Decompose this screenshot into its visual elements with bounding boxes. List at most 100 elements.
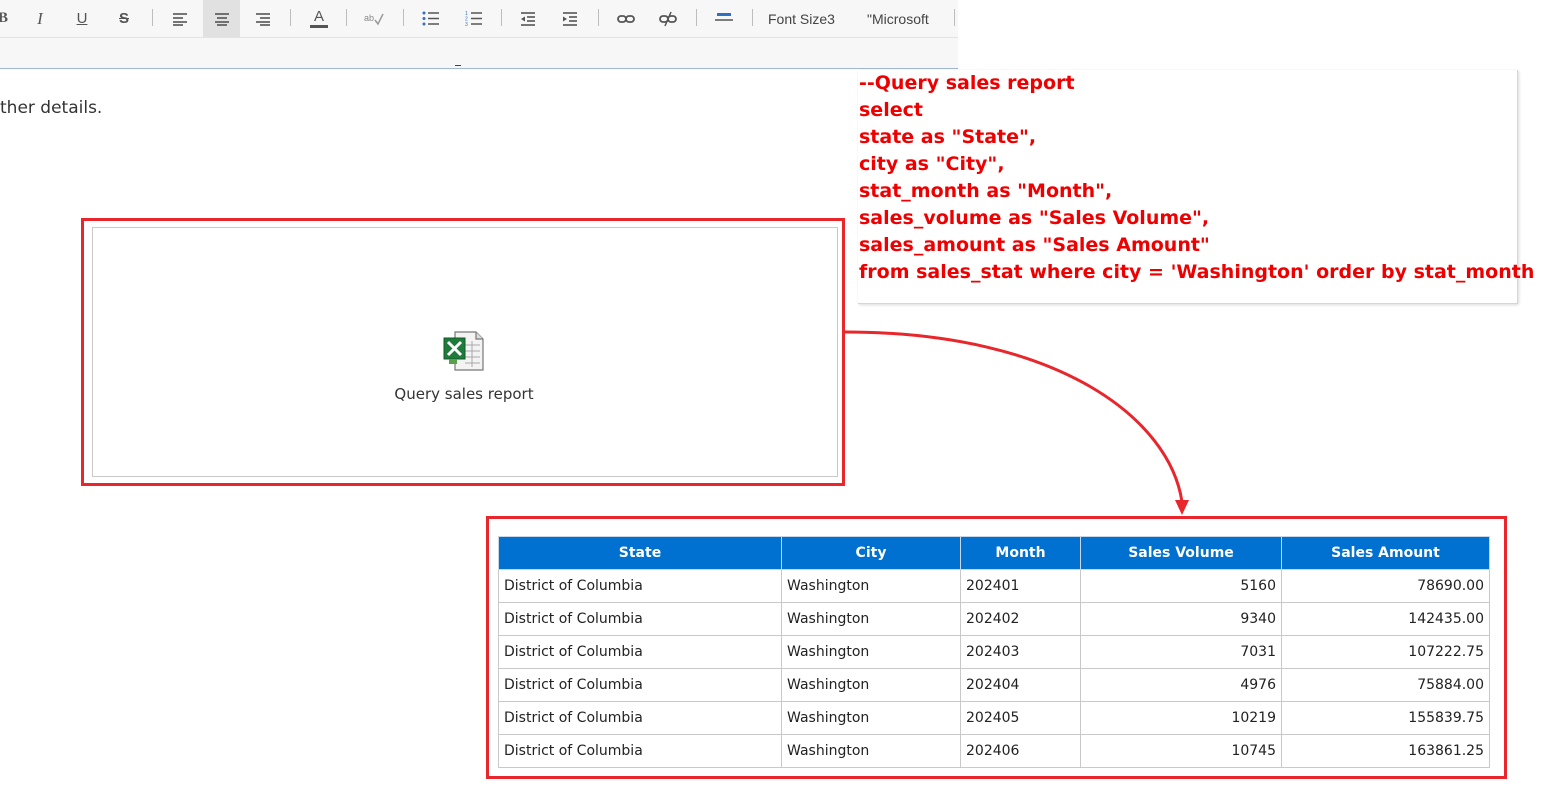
sql-line: stat_month as "Month",	[859, 180, 1113, 202]
align-left-icon	[173, 12, 187, 26]
sql-query-text: --Query sales report select state as "Stat…	[859, 70, 1534, 286]
table-cell: 10745	[1080, 734, 1282, 768]
table-cell: 75884.00	[1281, 668, 1490, 702]
table-cell: 10219	[1080, 701, 1282, 735]
sql-line: sales_volume as "Sales Volume",	[859, 207, 1210, 229]
table-cell: District of Columbia	[498, 635, 782, 669]
toolbar-divider	[152, 9, 153, 26]
table-row: District of Columbia Washington 202404 4976…	[498, 668, 1490, 702]
table-body: District of Columbia Washington 202401 5160…	[498, 569, 1490, 768]
sales-report-table: State City Month Sales Volume Sales Amou…	[498, 536, 1490, 768]
table-cell: 107222.75	[1281, 635, 1490, 669]
table-cell: Washington	[781, 668, 961, 702]
cursor-mark	[455, 65, 461, 66]
horizontal-rule-button[interactable]	[711, 0, 737, 37]
table-cell: 163861.25	[1281, 734, 1490, 768]
toolbar-divider	[954, 9, 955, 26]
sql-line: sales_amount as "Sales Amount"	[859, 234, 1210, 256]
table-cell: 78690.00	[1281, 569, 1490, 603]
unlink-icon	[659, 11, 677, 26]
bold-button[interactable]: B	[0, 0, 12, 37]
table-row: District of Columbia Washington 202402 9340…	[498, 602, 1490, 636]
numbered-list-button[interactable]: 123	[461, 0, 487, 37]
column-header-month[interactable]: Month	[960, 536, 1081, 570]
table-cell: 202405	[960, 701, 1081, 735]
table-cell: District of Columbia	[498, 701, 782, 735]
underline-button[interactable]: U	[70, 0, 94, 37]
table-cell: Washington	[781, 635, 961, 669]
table-cell: District of Columbia	[498, 734, 782, 768]
toolbar-divider	[346, 9, 347, 26]
editor-body-text: ther details.	[0, 98, 103, 118]
toolbar-divider	[290, 9, 291, 26]
column-header-sales-volume[interactable]: Sales Volume	[1080, 536, 1282, 570]
table-cell: District of Columbia	[498, 569, 782, 603]
bullet-list-icon	[422, 11, 439, 26]
text-color-button[interactable]: A	[306, 0, 332, 37]
table-cell: 4976	[1080, 668, 1282, 702]
sql-line: select	[859, 99, 923, 121]
spellcheck-icon: ab	[364, 13, 384, 25]
table-cell: District of Columbia	[498, 668, 782, 702]
table-cell: Washington	[781, 701, 961, 735]
table-header-row: State City Month Sales Volume Sales Amou…	[498, 536, 1490, 570]
toolbar-divider	[403, 9, 404, 26]
bullet-list-button[interactable]	[418, 0, 444, 37]
sql-line: state as "State",	[859, 126, 1037, 148]
table-cell: 202403	[960, 635, 1081, 669]
align-center-button[interactable]	[203, 0, 240, 37]
sql-line: --Query sales report	[859, 72, 1075, 94]
excel-file-icon[interactable]	[443, 331, 485, 371]
italic-button[interactable]: I	[28, 0, 52, 37]
unlink-button[interactable]	[655, 0, 681, 37]
align-right-icon	[256, 12, 270, 26]
text-color-icon: A	[313, 8, 324, 25]
table-cell: 5160	[1080, 569, 1282, 603]
table-cell: Washington	[781, 734, 961, 768]
spellcheck-button[interactable]: ab	[361, 0, 387, 37]
table-cell: 7031	[1080, 635, 1282, 669]
horizontal-rule-icon	[715, 12, 733, 21]
font-family-select[interactable]: "Microsoft	[867, 0, 929, 37]
column-header-sales-amount[interactable]: Sales Amount	[1281, 536, 1490, 570]
toolbar-divider	[501, 9, 502, 26]
align-right-button[interactable]	[250, 0, 276, 37]
align-left-button[interactable]	[167, 0, 193, 37]
sql-line: city as "City",	[859, 153, 1005, 175]
sql-query-box: --Query sales report select state as "Stat…	[858, 70, 1534, 304]
editor-toolbar-row	[0, 38, 958, 69]
table-cell: 155839.75	[1281, 701, 1490, 735]
indent-icon	[563, 11, 577, 26]
toolbar-divider	[696, 9, 697, 26]
table-row: District of Columbia Washington 202406 1074…	[498, 734, 1490, 768]
table-cell: 9340	[1080, 602, 1282, 636]
toolbar-divider	[598, 9, 599, 26]
table-cell: 142435.00	[1281, 602, 1490, 636]
table-row: District of Columbia Washington 202405 1021…	[498, 701, 1490, 735]
table-cell: District of Columbia	[498, 602, 782, 636]
align-center-icon	[214, 12, 229, 26]
svg-text:ab: ab	[364, 13, 374, 23]
column-header-city[interactable]: City	[781, 536, 961, 570]
editor-toolbar: B I U S A ab 123 Font Size3 "Microsoft	[0, 0, 958, 38]
indent-button[interactable]	[557, 0, 583, 37]
table-row: District of Columbia Washington 202403 7031…	[498, 635, 1490, 669]
sql-line: from sales_stat where city = 'Washington…	[859, 261, 1535, 283]
link-button[interactable]	[613, 0, 639, 37]
table-cell: 202401	[960, 569, 1081, 603]
table-cell: Washington	[781, 569, 961, 603]
table-cell: 202404	[960, 668, 1081, 702]
color-swatch	[310, 25, 328, 28]
svg-text:3: 3	[465, 22, 468, 26]
table-cell: 202402	[960, 602, 1081, 636]
attachment-label[interactable]: Query sales report	[340, 385, 588, 403]
font-size-select[interactable]: Font Size3	[768, 0, 835, 37]
outdent-icon	[521, 11, 535, 26]
table-cell: Washington	[781, 602, 961, 636]
table-cell: 202406	[960, 734, 1081, 768]
column-header-state[interactable]: State	[498, 536, 782, 570]
link-icon	[617, 14, 635, 23]
outdent-button[interactable]	[515, 0, 541, 37]
strikethrough-button[interactable]: S	[112, 0, 136, 37]
numbered-list-icon: 123	[465, 11, 482, 26]
